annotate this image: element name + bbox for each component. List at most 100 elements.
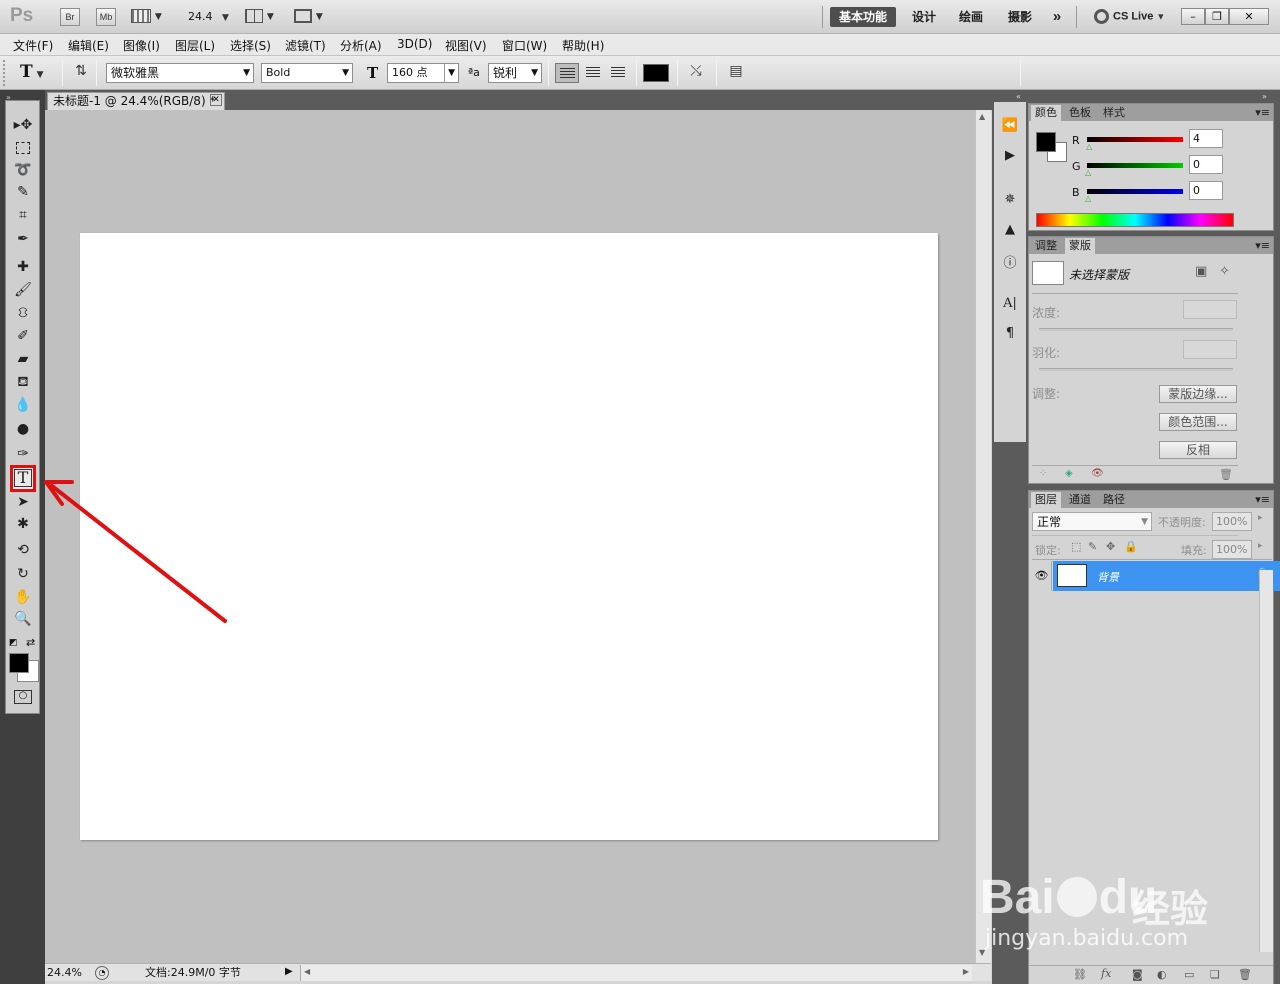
mask-edge-button[interactable]: 蒙版边缘... bbox=[1159, 385, 1237, 403]
menu-image[interactable]: 图像(I) bbox=[123, 37, 160, 54]
feather-slider[interactable] bbox=[1039, 368, 1233, 371]
collapse-icon[interactable]: » bbox=[1262, 92, 1267, 101]
blend-mode-select[interactable]: 正常 ▼ bbox=[1032, 512, 1152, 531]
quick-selection-tool-icon[interactable]: ✎ bbox=[11, 184, 35, 205]
info-panel-icon[interactable]: ⓘ bbox=[1000, 252, 1020, 272]
clone-stamp-tool-icon[interactable]: ⛻ bbox=[11, 305, 35, 326]
warp-text-icon[interactable]: ⤯ bbox=[686, 63, 706, 83]
text-orientation-icon[interactable]: ⇅ bbox=[71, 63, 91, 83]
mini-bridge-button[interactable]: Mb bbox=[96, 8, 116, 26]
hand-tool-icon[interactable]: ✋ bbox=[11, 589, 35, 610]
font-size-select[interactable]: 160 点 ▼ bbox=[387, 63, 459, 83]
apply-mask-icon[interactable]: ◈ bbox=[1065, 468, 1073, 479]
panel-menu-icon[interactable]: ▾≡ bbox=[1255, 238, 1270, 253]
cs-live-button[interactable]: CS Live ▼ bbox=[1094, 9, 1165, 24]
disable-mask-icon[interactable]: 👁 bbox=[1091, 468, 1104, 479]
tool-preset-picker[interactable]: T ▼ bbox=[20, 62, 44, 82]
tab-layers[interactable]: 图层 bbox=[1031, 492, 1061, 508]
zoom-level-select[interactable]: 24.4 ▼ bbox=[188, 10, 229, 23]
more-workspaces-button[interactable]: » bbox=[1046, 7, 1068, 27]
new-group-icon[interactable]: ▭ bbox=[1184, 968, 1194, 981]
align-right-button[interactable] bbox=[606, 63, 630, 83]
anti-alias-select[interactable]: 锐利 ▼ bbox=[488, 63, 542, 83]
path-selection-tool-icon[interactable]: ➤ bbox=[11, 494, 35, 515]
invert-button[interactable]: 反相 bbox=[1159, 441, 1237, 459]
swap-colors-icon[interactable]: ⇄ bbox=[26, 636, 35, 649]
slider-thumb-icon[interactable]: △ bbox=[1085, 194, 1091, 203]
workspace-essentials-button[interactable]: 基本功能 bbox=[830, 7, 896, 27]
eyedropper-tool-icon[interactable]: ✒ bbox=[11, 231, 35, 252]
lock-all-icon[interactable]: 🔒 bbox=[1124, 540, 1138, 553]
menu-analysis[interactable]: 分析(A) bbox=[340, 37, 382, 54]
view-extras-button[interactable]: ▼ bbox=[131, 8, 167, 26]
scroll-right-icon[interactable]: ▶ bbox=[963, 967, 969, 976]
menu-select[interactable]: 选择(S) bbox=[230, 37, 271, 54]
layer-style-icon[interactable]: fx bbox=[1101, 967, 1111, 980]
density-slider[interactable] bbox=[1039, 328, 1233, 331]
navigator-panel-icon[interactable]: ✵ bbox=[1000, 192, 1020, 212]
document-canvas[interactable] bbox=[80, 233, 938, 840]
status-zoom-field[interactable]: 24.4% bbox=[45, 965, 95, 981]
restore-button[interactable]: ❐ bbox=[1205, 8, 1229, 25]
menu-file[interactable]: 文件(F) bbox=[13, 37, 53, 54]
add-mask-icon[interactable]: ◙ bbox=[1132, 968, 1143, 981]
scroll-up-icon[interactable]: ▲ bbox=[979, 112, 985, 121]
feather-input[interactable] bbox=[1183, 340, 1237, 359]
pixel-mask-icon[interactable]: ▣ bbox=[1195, 264, 1207, 279]
canvas-area[interactable] bbox=[45, 110, 975, 963]
tab-styles[interactable]: 样式 bbox=[1099, 105, 1129, 121]
tab-paths[interactable]: 路径 bbox=[1099, 492, 1129, 508]
close-button[interactable]: ✕ bbox=[1229, 8, 1269, 25]
foreground-color-swatch[interactable] bbox=[1036, 132, 1056, 152]
3d-rotate-tool-icon[interactable]: ⟲ bbox=[11, 542, 35, 563]
horizontal-scrollbar[interactable]: ◀ ▶ bbox=[300, 965, 972, 981]
font-style-select[interactable]: Bold ▼ bbox=[261, 63, 353, 83]
new-layer-icon[interactable]: ❏ bbox=[1210, 968, 1220, 981]
pen-tool-icon[interactable]: ✑ bbox=[11, 446, 35, 467]
crop-tool-icon[interactable]: ⌗ bbox=[11, 207, 35, 228]
fill-input[interactable]: 100% bbox=[1212, 540, 1252, 559]
opacity-arrow-icon[interactable]: ▸ bbox=[1258, 513, 1263, 523]
density-input[interactable] bbox=[1183, 300, 1237, 319]
history-brush-tool-icon[interactable]: ✐ bbox=[11, 328, 35, 349]
lock-image-icon[interactable]: ✎ bbox=[1088, 540, 1097, 553]
opacity-input[interactable]: 100% bbox=[1212, 512, 1252, 531]
type-tool-button[interactable]: T bbox=[10, 465, 36, 492]
layer-visibility-eye-icon[interactable]: 👁 bbox=[1032, 561, 1052, 591]
panel-menu-icon[interactable]: ▾≡ bbox=[1255, 492, 1270, 507]
align-left-button[interactable] bbox=[555, 63, 579, 83]
menu-edit[interactable]: 编辑(E) bbox=[68, 37, 109, 54]
history-panel-icon[interactable]: ⏪ bbox=[1000, 118, 1020, 138]
menu-view[interactable]: 视图(V) bbox=[445, 37, 487, 54]
delete-layer-icon[interactable]: 🗑 bbox=[1238, 968, 1252, 981]
menu-3d[interactable]: 3D(D) bbox=[397, 37, 432, 51]
character-panel-toggle-icon[interactable]: ▤ bbox=[726, 63, 746, 83]
blue-value-input[interactable]: 0 bbox=[1189, 181, 1223, 200]
red-slider[interactable] bbox=[1087, 137, 1183, 142]
workspace-design-button[interactable]: 设计 bbox=[904, 7, 944, 27]
load-selection-icon[interactable]: ⁘ bbox=[1039, 468, 1047, 479]
foreground-color-swatch[interactable] bbox=[9, 653, 29, 673]
tab-color[interactable]: 颜色 bbox=[1031, 105, 1061, 121]
arrange-documents-button[interactable]: ▼ bbox=[245, 8, 279, 26]
tab-masks[interactable]: 蒙版 bbox=[1065, 238, 1095, 254]
lock-position-icon[interactable]: ✥ bbox=[1106, 540, 1115, 553]
color-spectrum-bar[interactable] bbox=[1036, 213, 1234, 227]
scroll-left-icon[interactable]: ◀ bbox=[304, 967, 310, 976]
paint-bucket-tool-icon[interactable]: ⛾ bbox=[11, 374, 35, 395]
delete-mask-icon[interactable]: 🗑 bbox=[1219, 468, 1233, 481]
workspace-photography-button[interactable]: 摄影 bbox=[1000, 7, 1040, 27]
zoom-tool-icon[interactable]: 🔍 bbox=[11, 611, 35, 632]
panel-menu-icon[interactable]: ▾≡ bbox=[1255, 105, 1270, 120]
dodge-tool-icon[interactable]: ● bbox=[11, 421, 35, 442]
menu-layer[interactable]: 图层(L) bbox=[175, 37, 215, 54]
align-center-button[interactable] bbox=[581, 63, 605, 83]
healing-brush-tool-icon[interactable]: ✚ bbox=[11, 259, 35, 280]
text-color-swatch[interactable] bbox=[643, 64, 669, 82]
3d-orbit-tool-icon[interactable]: ↻ bbox=[11, 566, 35, 587]
actions-panel-icon[interactable]: ▶ bbox=[1000, 148, 1020, 168]
blur-tool-icon[interactable]: 💧 bbox=[11, 397, 35, 418]
tab-swatches[interactable]: 色板 bbox=[1065, 105, 1095, 121]
red-value-input[interactable]: 4 bbox=[1189, 129, 1223, 148]
adjustment-layer-icon[interactable]: ◐ bbox=[1157, 968, 1167, 981]
